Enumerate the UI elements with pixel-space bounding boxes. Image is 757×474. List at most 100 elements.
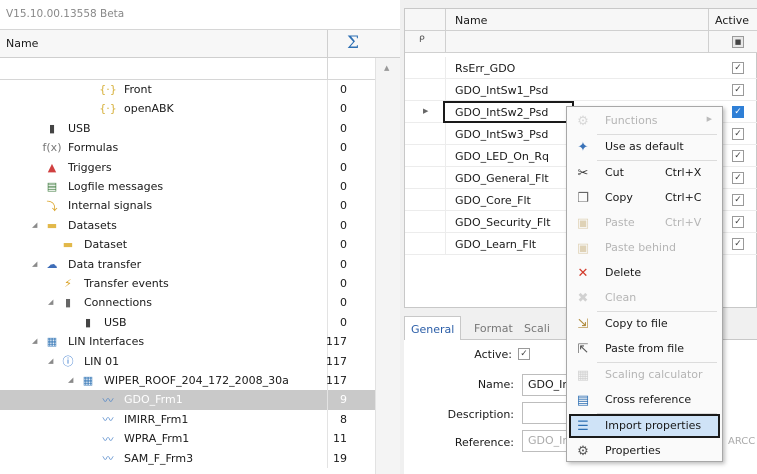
tree-row[interactable]: ◢ ⓘ LIN 01 117 (0, 351, 375, 371)
active-checkbox[interactable]: ✓ (732, 150, 744, 162)
active-checkbox[interactable]: ✓ (732, 62, 744, 74)
connection-icon: ▮ (64, 296, 72, 310)
grid-row-name: GDO_IntSw2_Psd (455, 106, 549, 119)
menu-item-scaling-calculator[interactable]: ▦ Scaling calculator (569, 363, 720, 387)
grid-column-name[interactable]: Name (455, 14, 487, 27)
menu-item-use-as-default[interactable]: ✦ Use as default (569, 135, 720, 159)
menu-item-properties[interactable]: ⚙ Properties (569, 439, 720, 463)
menu-item-clean[interactable]: ✖ Clean (569, 286, 720, 310)
menu-item-paste-behind[interactable]: ▣ Paste behind (569, 236, 720, 260)
tree-column-name[interactable]: Name (6, 37, 38, 50)
menu-item-functions[interactable]: ⚙ Functions ▶ (569, 109, 720, 133)
menu-item-paste-from-file[interactable]: ⇱ Paste from file (569, 337, 720, 361)
menu-item-copy[interactable]: ❐ Copy Ctrl+C (569, 186, 720, 210)
gear-icon: ⚙ (577, 443, 589, 459)
tree-filter-row[interactable] (0, 58, 400, 80)
active-checkbox[interactable]: ✓ (732, 84, 744, 96)
grid-column-active[interactable]: Active (715, 14, 749, 27)
menu-item-import-properties[interactable]: ☰ Import properties (569, 414, 720, 438)
frame-icon: 〰 (102, 452, 114, 466)
description-label: Description: (447, 408, 514, 421)
tree-row[interactable]: {·} openABK 0 (0, 99, 375, 119)
tree-row-count: 9 (340, 393, 347, 407)
collapse-arrow-icon[interactable]: ◢ (68, 376, 73, 384)
tree-row[interactable]: ▤ Logfile messages 0 (0, 177, 375, 197)
active-checkbox[interactable]: ✓ (732, 128, 744, 140)
tree-row-label: IMIRR_Frm1 (124, 412, 189, 426)
menu-item-label: Delete (605, 266, 642, 279)
active-checkbox[interactable]: ✓ (732, 194, 744, 206)
tree-row[interactable]: ◢ ▬ Datasets 0 (0, 215, 375, 236)
tree-row[interactable]: 〰 IMIRR_Frm1 8 (0, 409, 375, 430)
menu-item-cut[interactable]: ✂ Cut Ctrl+X (569, 161, 720, 185)
tab-scali[interactable]: Scali (518, 320, 556, 337)
scroll-up-icon[interactable]: ▲ (384, 64, 389, 72)
reference-label: Reference: (454, 436, 514, 449)
menu-item-cross-reference[interactable]: ▤ Cross reference (569, 388, 720, 412)
tree-row[interactable]: ◢ ☁ Data transfer 0 (0, 254, 375, 274)
grid-row-name: GDO_Learn_Flt (455, 238, 537, 251)
tree-row[interactable]: ▲ Triggers 0 (0, 157, 375, 177)
tree-row[interactable]: ⤵ Internal signals 0 (0, 196, 375, 216)
tree-row-label: SAM_F_Frm3 (124, 451, 194, 465)
clean-icon: ✖ (577, 290, 589, 306)
collapse-arrow-icon[interactable]: ◢ (32, 337, 37, 345)
tree-row-label: USB (68, 121, 91, 135)
menu-item-copy-to-file[interactable]: ⇲ Copy to file (569, 312, 720, 336)
paste-icon: ▣ (576, 215, 590, 231)
menu-item-shortcut: Ctrl+V (665, 216, 702, 229)
tree-vertical-scrollbar[interactable]: ▲ (375, 58, 400, 474)
active-checkbox[interactable]: ✓ (518, 348, 530, 360)
tree-row[interactable]: ▮ USB 0 (0, 118, 375, 139)
active-checkbox[interactable]: ✓ (732, 238, 744, 250)
tree-row[interactable]: ◢ ▮ Connections 0 (0, 293, 375, 313)
tree-row[interactable]: 〰 SAM_F_Frm3 19 (0, 448, 375, 468)
grid-row[interactable]: RsErr_GDO ✓ (405, 57, 757, 79)
tree-row-label: USB (104, 315, 127, 329)
collapse-arrow-icon[interactable]: ◢ (32, 221, 37, 229)
tab-format[interactable]: Format (468, 320, 519, 337)
tree-row[interactable]: 〰 GDO_Frm1 9 (0, 390, 375, 410)
reference-field-tail: ARCC (728, 436, 756, 447)
tree-row-count: 0 (340, 277, 347, 290)
grid-row[interactable]: GDO_IntSw1_Psd ✓ (405, 79, 757, 101)
tree-row[interactable]: f(x) Formulas 0 (0, 138, 375, 158)
tree-row-label: LIN 01 (84, 354, 120, 368)
collapse-arrow-icon[interactable]: ◢ (32, 260, 37, 268)
folder-icon: ▬ (46, 218, 58, 232)
tab-general[interactable]: General (404, 316, 462, 341)
menu-item-delete[interactable]: ✕ Delete (569, 261, 720, 285)
tree-row[interactable]: ⚡ Transfer events 0 (0, 274, 375, 294)
collapse-arrow-icon[interactable]: ◢ (48, 357, 53, 365)
submenu-arrow-icon: ▶ (706, 115, 712, 123)
grid-row-name: GDO_General_Flt (455, 172, 549, 185)
grid-filter-row[interactable]: ᑭ ■ (405, 31, 757, 53)
tree-row[interactable]: {·} Front 0 (0, 80, 375, 100)
collapse-arrow-icon[interactable]: ◢ (48, 298, 53, 306)
tree-row[interactable]: 〰 WPRA_Frm1 11 (0, 429, 375, 449)
filter-active-checkbox[interactable]: ■ (732, 36, 744, 48)
tree-row-count: 0 (340, 160, 347, 174)
functions-icon: ⚙ (577, 113, 589, 129)
tree-row[interactable]: ▮ USB 0 (0, 312, 375, 333)
tree-row-count: 117 (326, 354, 347, 368)
active-checkbox[interactable]: ✓ (732, 106, 744, 118)
tree-row-count: 0 (340, 83, 347, 96)
tree-row[interactable]: ◢ ▦ LIN Interfaces 117 (0, 332, 375, 352)
tree-row[interactable]: ◢ ▦ WIPER_ROOF_204_172_2008_30a 117 (0, 371, 375, 391)
menu-item-paste[interactable]: ▣ Paste Ctrl+V (569, 211, 720, 235)
tree-row[interactable]: ▬ Dataset 0 (0, 235, 375, 255)
grid-row-name: GDO_LED_On_Rq (455, 150, 549, 163)
tree-row-count: 0 (340, 141, 347, 155)
filter-pin-icon[interactable]: ᑭ (419, 35, 425, 45)
tree-row-label: Front (124, 83, 152, 96)
menu-item-label: Cross reference (605, 393, 692, 406)
menu-item-label: Use as default (605, 140, 684, 153)
usb-icon: ▮ (48, 121, 56, 135)
use-default-icon: ✦ (577, 139, 589, 155)
active-checkbox[interactable]: ✓ (732, 216, 744, 228)
brace-icon: {·} (99, 83, 117, 96)
active-checkbox[interactable]: ✓ (732, 172, 744, 184)
import-properties-icon: ☰ (577, 418, 589, 434)
sigma-icon[interactable]: Σ (338, 33, 368, 53)
